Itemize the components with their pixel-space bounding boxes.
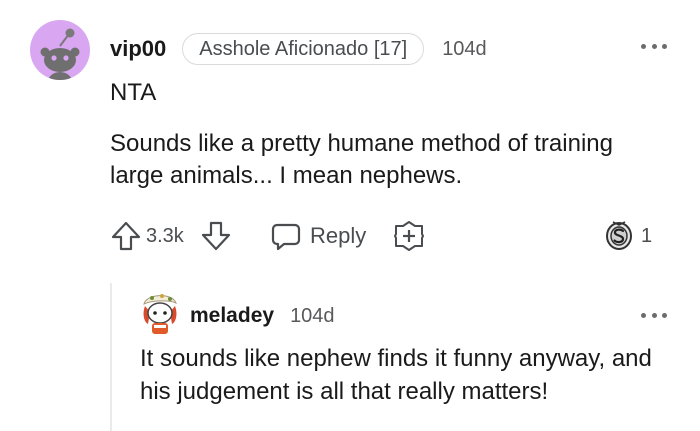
upvote-icon <box>111 221 141 251</box>
comment-line: NTA <box>110 79 157 106</box>
downvote-button[interactable] <box>200 216 232 256</box>
comment-header: vip00 Asshole Aficionado [17] 104d <box>110 33 487 65</box>
comment-time[interactable]: 104d <box>442 38 487 61</box>
comment-actions: 3.3k Reply 1 <box>106 216 666 256</box>
reply-text: It sounds like nephew finds it funny any… <box>140 345 652 405</box>
comment-paragraph: Sounds like a pretty humane method of tr… <box>110 130 613 189</box>
downvote-icon <box>201 221 231 251</box>
upvote-button[interactable] <box>110 216 142 256</box>
reply-button[interactable]: Reply <box>270 216 366 256</box>
award-count: 1 <box>641 224 653 247</box>
snoo-avatar-icon <box>40 28 80 80</box>
reply-bubble-icon <box>271 223 301 251</box>
user-flair: Asshole Aficionado [17] <box>182 33 425 65</box>
more-options-icon[interactable] <box>641 41 667 51</box>
silver-award-icon <box>606 221 632 250</box>
reply-time[interactable]: 104d <box>290 305 335 328</box>
reply-header: meladey 104d <box>190 302 335 330</box>
user-avatar[interactable] <box>30 20 90 80</box>
reply-label: Reply <box>310 223 367 248</box>
reply-avatar[interactable] <box>140 292 180 336</box>
add-award-icon <box>394 221 424 251</box>
silver-award[interactable] <box>604 216 634 256</box>
thread-line[interactable] <box>110 283 112 431</box>
username[interactable]: vip00 <box>110 36 166 62</box>
add-award-button[interactable] <box>392 216 426 256</box>
user-avatar-icon <box>143 294 177 334</box>
vote-score: 3.3k <box>146 224 184 247</box>
more-options-icon[interactable] <box>641 310 667 320</box>
reply-username[interactable]: meladey <box>190 304 274 328</box>
